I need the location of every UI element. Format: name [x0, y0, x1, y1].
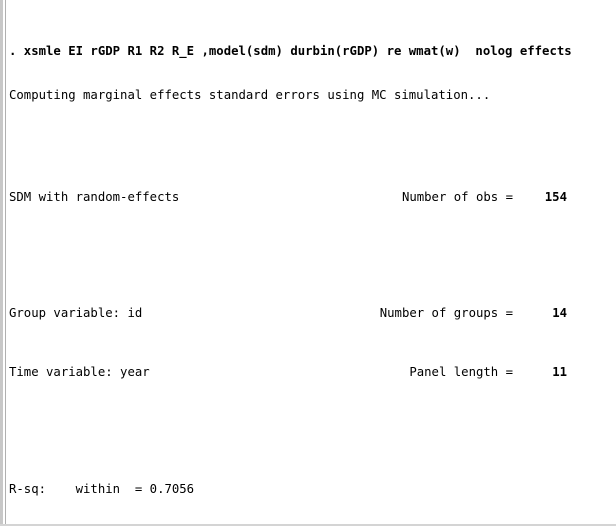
groups-value: 14: [552, 306, 567, 321]
window-left-gutter: [0, 0, 3, 526]
status-line: Computing marginal effects standard erro…: [9, 87, 491, 102]
obs-label: Number of obs =: [401, 189, 513, 204]
window-left-border: [5, 0, 6, 526]
console-output[interactable]: . xsmle EI rGDP R1 R2 R_E ,model(sdm) du…: [9, 0, 609, 526]
summary-row-groups: Group variable: id Number of groups = 14: [9, 306, 609, 321]
summary-row-panel: Time variable: year Panel length = 11: [9, 365, 609, 380]
time-variable: Time variable: year: [9, 364, 150, 379]
panel-length-label: Panel length =: [409, 364, 513, 379]
command-line: . xsmle EI rGDP R1 R2 R_E ,model(sdm) du…: [9, 43, 572, 58]
groups-label: Number of groups =: [379, 306, 513, 321]
obs-value: 154: [544, 189, 567, 204]
stata-results-window: . xsmle EI rGDP R1 R2 R_E ,model(sdm) du…: [0, 0, 616, 526]
group-variable: Group variable: id: [9, 306, 143, 321]
summary-row-obs: SDM with random-effects Number of obs = …: [9, 190, 609, 205]
rsq-within: R-sq: within = 0.7056: [9, 481, 195, 496]
panel-length-value: 11: [552, 364, 567, 379]
model-title: SDM with random-effects: [9, 189, 180, 204]
